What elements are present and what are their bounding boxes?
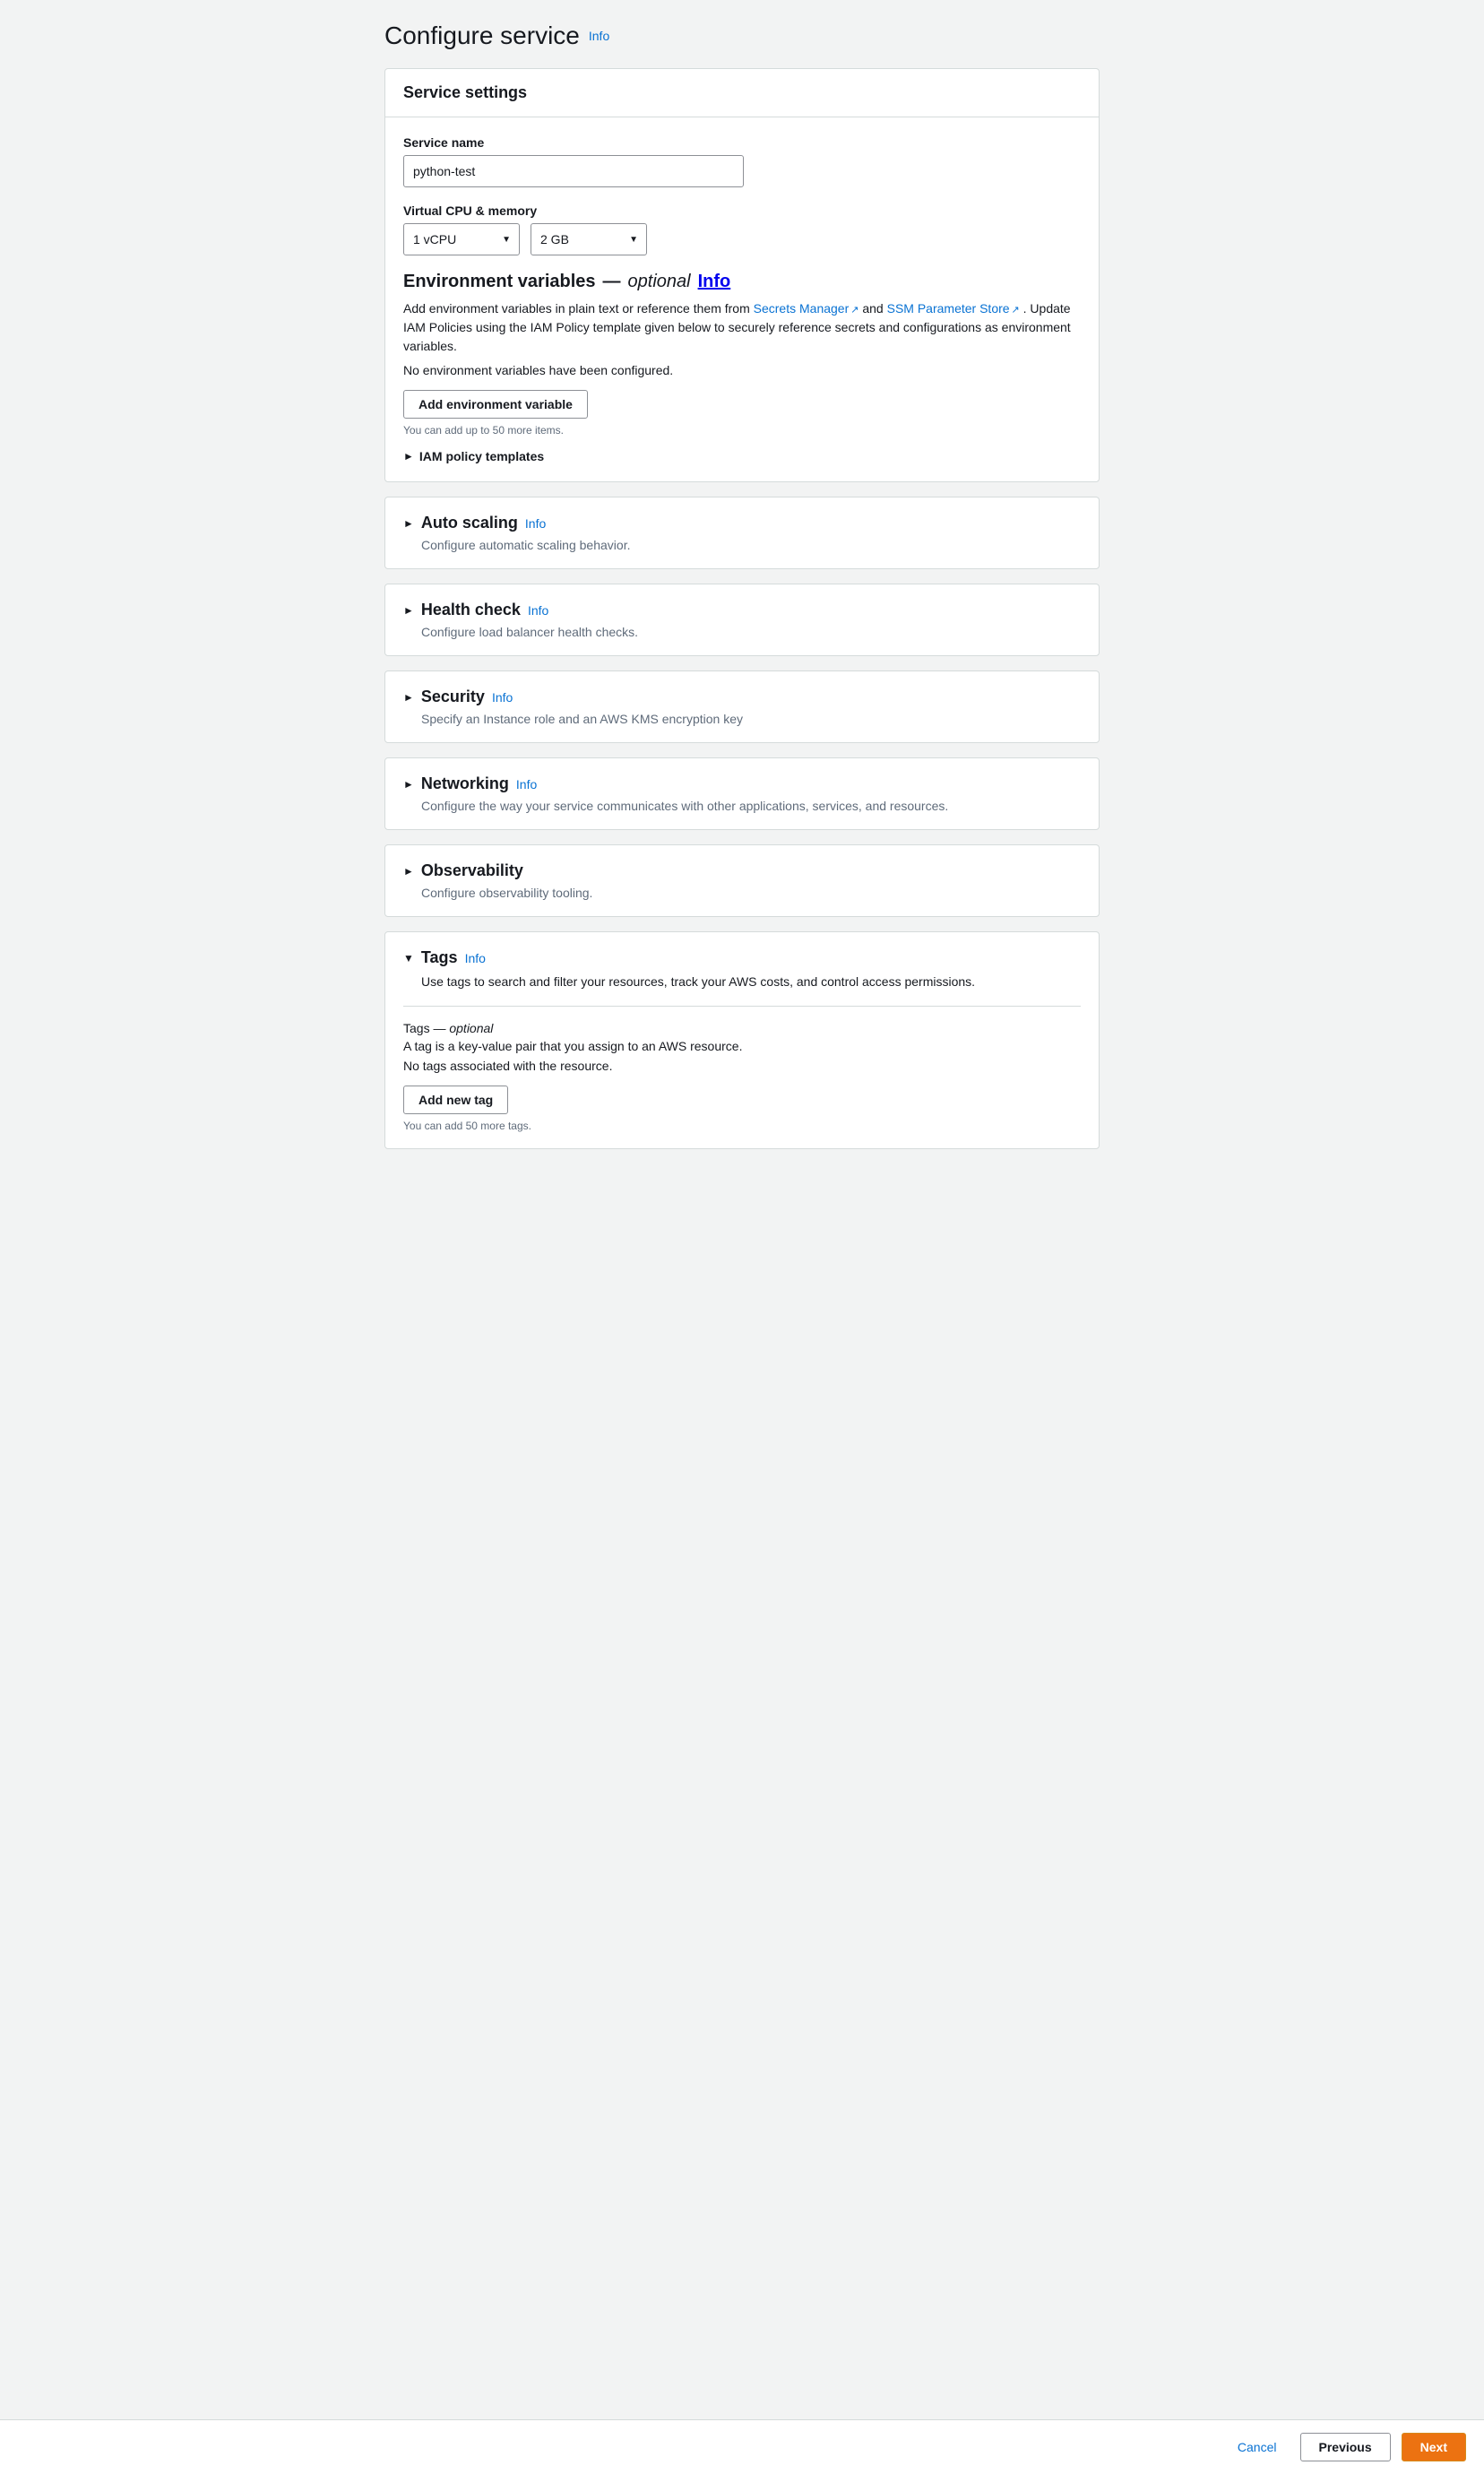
secrets-manager-ext-icon: ↗ [850,303,858,318]
vcpu-select[interactable]: 1 vCPU 2 vCPU 4 vCPU [403,223,520,255]
add-new-tag-button[interactable]: Add new tag [403,1086,508,1114]
observability-arrow-icon: ► [403,865,414,878]
networking-section: ► Networking Info Configure the way your… [384,757,1100,830]
service-settings-card: Service settings Service name Virtual CP… [384,68,1100,482]
tags-header[interactable]: ▼ Tags Info [403,948,1081,967]
service-name-input[interactable] [403,155,744,187]
no-tags-msg: No tags associated with the resource. [403,1059,1081,1073]
previous-button[interactable]: Previous [1300,2433,1391,2461]
tags-optional-label: Tags — optional [403,1021,1081,1035]
service-settings-body: Service name Virtual CPU & memory 1 vCPU… [385,117,1099,481]
auto-scaling-header[interactable]: ► Auto scaling Info [403,514,1081,532]
env-vars-heading: Environment variables — optional Info [403,272,1081,292]
observability-description: Configure observability tooling. [403,886,1081,900]
iam-policy-arrow-icon: ► [403,450,414,463]
tags-section: ▼ Tags Info Use tags to search and filte… [384,931,1100,1149]
health-check-header[interactable]: ► Health check Info [403,601,1081,619]
auto-scaling-section: ► Auto scaling Info Configure automatic … [384,497,1100,569]
vcpu-memory-group: Virtual CPU & memory 1 vCPU 2 vCPU 4 vCP… [403,203,1081,255]
footer-bar: Cancel Previous Next [0,2419,1484,2474]
tags-info-link[interactable]: Info [465,951,486,965]
ssm-ext-icon: ↗ [1012,303,1020,318]
env-var-helper-text: You can add up to 50 more items. [403,424,1081,437]
add-env-var-button[interactable]: Add environment variable [403,390,588,419]
security-heading: Security [421,688,485,706]
tags-body: Tags — optional A tag is a key-value pai… [403,1006,1081,1132]
selects-row: 1 vCPU 2 vCPU 4 vCPU ▼ 2 GB 3 GB 4 GB ▼ [403,223,1081,255]
health-check-description: Configure load balancer health checks. [403,625,1081,639]
no-env-vars-msg: No environment variables have been confi… [403,363,1081,377]
memory-select[interactable]: 2 GB 3 GB 4 GB [531,223,647,255]
tags-heading: Tags [421,948,458,967]
env-vars-section: Environment variables — optional Info Ad… [403,272,1081,437]
tags-divider [403,1006,1081,1007]
health-check-arrow-icon: ► [403,604,414,617]
observability-heading: Observability [421,861,523,880]
vcpu-select-wrapper: 1 vCPU 2 vCPU 4 vCPU ▼ [403,223,520,255]
auto-scaling-heading: Auto scaling [421,514,518,532]
next-button[interactable]: Next [1402,2433,1466,2461]
auto-scaling-description: Configure automatic scaling behavior. [403,538,1081,552]
networking-heading: Networking [421,774,509,793]
observability-header[interactable]: ► Observability [403,861,1081,880]
memory-select-wrapper: 2 GB 3 GB 4 GB ▼ [531,223,647,255]
cancel-button[interactable]: Cancel [1225,2434,1290,2461]
service-settings-title: Service settings [403,83,1081,102]
health-check-section: ► Health check Info Configure load balan… [384,584,1100,656]
auto-scaling-info-link[interactable]: Info [525,516,546,531]
ssm-link[interactable]: SSM Parameter Store↗ [887,301,1020,316]
networking-info-link[interactable]: Info [516,777,537,792]
tags-arrow-icon: ▼ [403,952,414,965]
service-name-group: Service name [403,135,1081,187]
networking-arrow-icon: ► [403,778,414,791]
security-header[interactable]: ► Security Info [403,688,1081,706]
env-vars-description: Add environment variables in plain text … [403,299,1081,356]
page-title-info-link[interactable]: Info [589,29,609,43]
tags-main-description: Use tags to search and filter your resou… [403,973,1081,991]
service-settings-header: Service settings [385,69,1099,117]
env-vars-info-link[interactable]: Info [698,272,731,292]
security-info-link[interactable]: Info [492,690,513,705]
service-name-label: Service name [403,135,1081,150]
vcpu-memory-label: Virtual CPU & memory [403,203,1081,218]
health-check-heading: Health check [421,601,521,619]
iam-policy-templates-row[interactable]: ► IAM policy templates [403,449,1081,463]
add-tag-helper-text: You can add 50 more tags. [403,1120,1081,1132]
health-check-info-link[interactable]: Info [528,603,548,618]
secrets-manager-link[interactable]: Secrets Manager↗ [754,301,859,316]
networking-description: Configure the way your service communica… [403,799,1081,813]
auto-scaling-arrow-icon: ► [403,517,414,530]
observability-section: ► Observability Configure observability … [384,844,1100,917]
security-description: Specify an Instance role and an AWS KMS … [403,712,1081,726]
iam-policy-templates-label: IAM policy templates [419,449,544,463]
tags-sub-description: A tag is a key-value pair that you assig… [403,1039,1081,1053]
security-section: ► Security Info Specify an Instance role… [384,670,1100,743]
security-arrow-icon: ► [403,691,414,704]
page-title: Configure service [384,22,580,50]
networking-header[interactable]: ► Networking Info [403,774,1081,793]
